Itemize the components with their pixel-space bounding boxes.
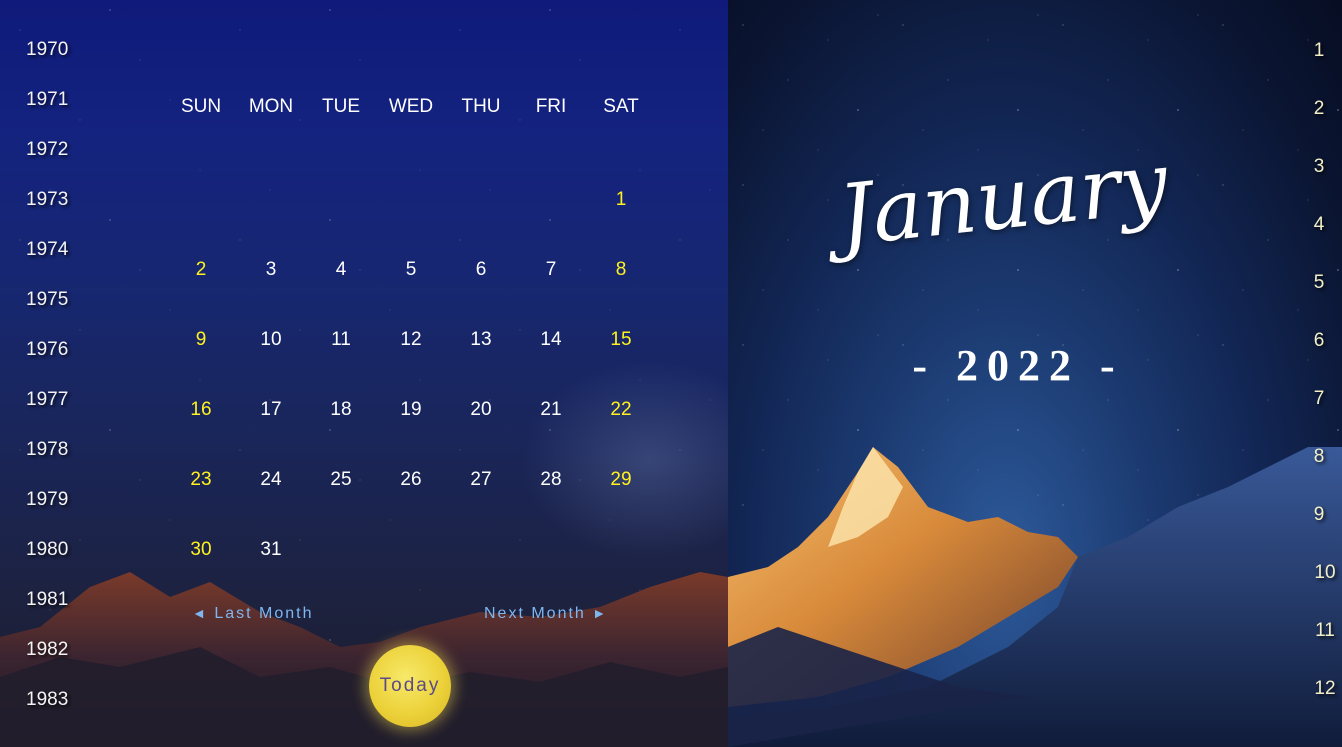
calendar-day[interactable]: 15 — [586, 329, 656, 351]
month-item[interactable]: 6 — [1304, 330, 1334, 352]
calendar-day[interactable]: 2 — [166, 259, 236, 281]
year-item[interactable]: 1975 — [26, 289, 68, 311]
calendar-day[interactable]: 26 — [376, 469, 446, 491]
month-item[interactable]: 11 — [1310, 620, 1340, 642]
calendar-day[interactable]: 22 — [586, 399, 656, 421]
year-item[interactable]: 1971 — [26, 89, 68, 111]
calendar-day[interactable]: 7 — [516, 259, 586, 281]
calendar-day[interactable]: 31 — [236, 539, 306, 561]
calendar-day[interactable]: 14 — [516, 329, 586, 351]
calendar-day[interactable]: 5 — [376, 259, 446, 281]
calendar-day[interactable]: 19 — [376, 399, 446, 421]
weekday-mon: MON — [248, 96, 294, 117]
year-item[interactable]: 1979 — [26, 489, 68, 511]
today-button[interactable]: Today — [369, 645, 451, 727]
year-title: - 2022 - — [912, 341, 1124, 390]
month-item[interactable]: 12 — [1310, 678, 1340, 700]
weekday-thu: THU — [461, 96, 501, 117]
year-item[interactable]: 1974 — [26, 239, 68, 261]
calendar-day[interactable]: 12 — [376, 329, 446, 351]
year-item[interactable]: 1978 — [26, 439, 68, 461]
year-item[interactable]: 1983 — [26, 689, 68, 711]
month-item[interactable]: 2 — [1304, 98, 1334, 120]
weekday-sat: SAT — [603, 96, 639, 117]
right-arrow-icon: ► — [592, 605, 609, 621]
weekday-tue: TUE — [322, 96, 360, 117]
calendar-day[interactable]: 16 — [166, 399, 236, 421]
calendar-day[interactable]: 13 — [446, 329, 516, 351]
month-display-panel: January - 2022 - 1 2 3 4 5 6 7 8 9 10 11… — [728, 0, 1342, 747]
year-item[interactable]: 1972 — [26, 139, 68, 161]
calendar-day[interactable]: 9 — [166, 329, 236, 351]
calendar-panel: 1970 1971 1972 1973 1974 1975 1976 1977 … — [0, 0, 728, 747]
calendar-day[interactable]: 18 — [306, 399, 376, 421]
year-item[interactable]: 1976 — [26, 339, 68, 361]
calendar-day[interactable]: 17 — [236, 399, 306, 421]
month-item[interactable]: 1 — [1304, 40, 1334, 62]
calendar-day[interactable]: 4 — [306, 259, 376, 281]
left-arrow-icon: ◄ — [192, 605, 208, 621]
month-item[interactable]: 8 — [1304, 446, 1334, 468]
today-label: Today — [379, 675, 441, 696]
year-item[interactable]: 1977 — [26, 389, 68, 411]
month-item[interactable]: 4 — [1304, 214, 1334, 236]
year-item[interactable]: 1980 — [26, 539, 68, 561]
mountain-silhouette — [0, 572, 728, 747]
milky-way-glow — [520, 360, 728, 560]
weekday-wed: WED — [388, 96, 434, 117]
calendar-day[interactable]: 1 — [586, 189, 656, 211]
last-month-label: Last Month — [214, 605, 314, 622]
calendar-day[interactable]: 25 — [306, 469, 376, 491]
year-item[interactable]: 1970 — [26, 39, 68, 61]
weekday-fri: FRI — [535, 96, 567, 117]
month-item[interactable]: 5 — [1304, 272, 1334, 294]
calendar-day[interactable]: 27 — [446, 469, 516, 491]
next-month-button[interactable]: Next Month ► — [484, 605, 608, 623]
month-item[interactable]: 3 — [1304, 156, 1334, 178]
month-title: January — [833, 133, 1173, 265]
calendar-day[interactable]: 6 — [446, 259, 516, 281]
year-list: 1970 1971 1972 1973 1974 1975 1976 1977 … — [0, 0, 100, 747]
calendar-day[interactable]: 11 — [306, 329, 376, 351]
month-item[interactable]: 10 — [1310, 562, 1340, 584]
calendar-day[interactable]: 23 — [166, 469, 236, 491]
calendar-day[interactable]: 10 — [236, 329, 306, 351]
year-item[interactable]: 1981 — [26, 589, 68, 611]
calendar-day[interactable]: 28 — [516, 469, 586, 491]
year-item[interactable]: 1982 — [26, 639, 68, 661]
month-item[interactable]: 7 — [1304, 388, 1334, 410]
last-month-button[interactable]: ◄ Last Month — [192, 605, 313, 623]
calendar-day[interactable]: 29 — [586, 469, 656, 491]
snow-peak-illustration — [728, 447, 1342, 747]
month-list: 1 2 3 4 5 6 7 8 9 10 11 12 — [1262, 0, 1342, 747]
next-month-label: Next Month — [484, 605, 586, 622]
month-item[interactable]: 9 — [1304, 504, 1334, 526]
weekday-sun: SUN — [180, 96, 222, 117]
calendar-day[interactable]: 3 — [236, 259, 306, 281]
calendar-day[interactable]: 8 — [586, 259, 656, 281]
calendar-day[interactable]: 24 — [236, 469, 306, 491]
calendar-day[interactable]: 30 — [166, 539, 236, 561]
calendar-day[interactable]: 21 — [516, 399, 586, 421]
calendar-day[interactable]: 20 — [446, 399, 516, 421]
year-item[interactable]: 1973 — [26, 189, 68, 211]
